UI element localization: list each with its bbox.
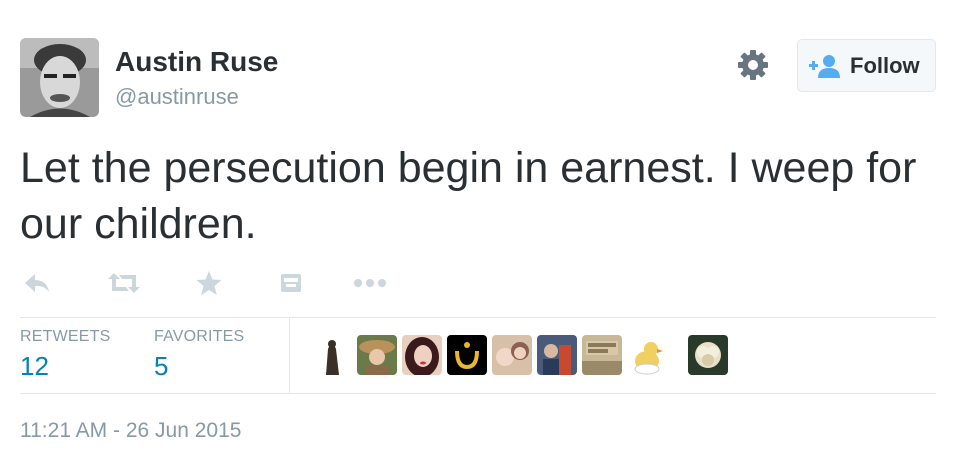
tweet-text: Let the persecution begin in earnest. I … (20, 144, 917, 248)
man-portrait-avatar (20, 38, 99, 117)
embed-icon[interactable] (274, 266, 308, 300)
favoriter-avatar[interactable] (312, 335, 352, 375)
favoriter-avatar[interactable] (582, 335, 622, 375)
favoriter-avatar[interactable] (447, 335, 487, 375)
divider-top (20, 317, 936, 318)
stats-divider (289, 318, 290, 393)
retweet-icon[interactable] (104, 266, 144, 300)
more-dots-icon[interactable] (350, 266, 390, 300)
favoriter-avatar[interactable] (627, 335, 667, 375)
favoriter-avatar[interactable] (688, 335, 728, 375)
follow-button[interactable]: Follow (797, 39, 936, 92)
retweets-count[interactable]: 12 (20, 351, 49, 382)
follow-label: Follow (850, 52, 920, 78)
add-user-icon (809, 54, 840, 78)
username[interactable]: @austinruse (115, 84, 239, 110)
favoriter-avatar[interactable] (492, 335, 532, 375)
divider-bottom (20, 393, 936, 394)
avatar[interactable] (20, 38, 99, 117)
display-name[interactable]: Austin Ruse (115, 46, 278, 78)
favoriter-avatar[interactable] (357, 335, 397, 375)
favorites-label[interactable]: FAVORITES (154, 328, 244, 346)
retweets-label[interactable]: RETWEETS (20, 328, 111, 346)
reply-icon[interactable] (20, 266, 54, 300)
favorites-count[interactable]: 5 (154, 351, 168, 382)
tweet-timestamp[interactable]: 11:21 AM - 26 Jun 2015 (20, 419, 241, 443)
star-icon[interactable] (192, 266, 226, 300)
favoriter-avatar[interactable] (402, 335, 442, 375)
gear-icon[interactable] (735, 47, 771, 83)
favoriter-avatar[interactable] (537, 335, 577, 375)
